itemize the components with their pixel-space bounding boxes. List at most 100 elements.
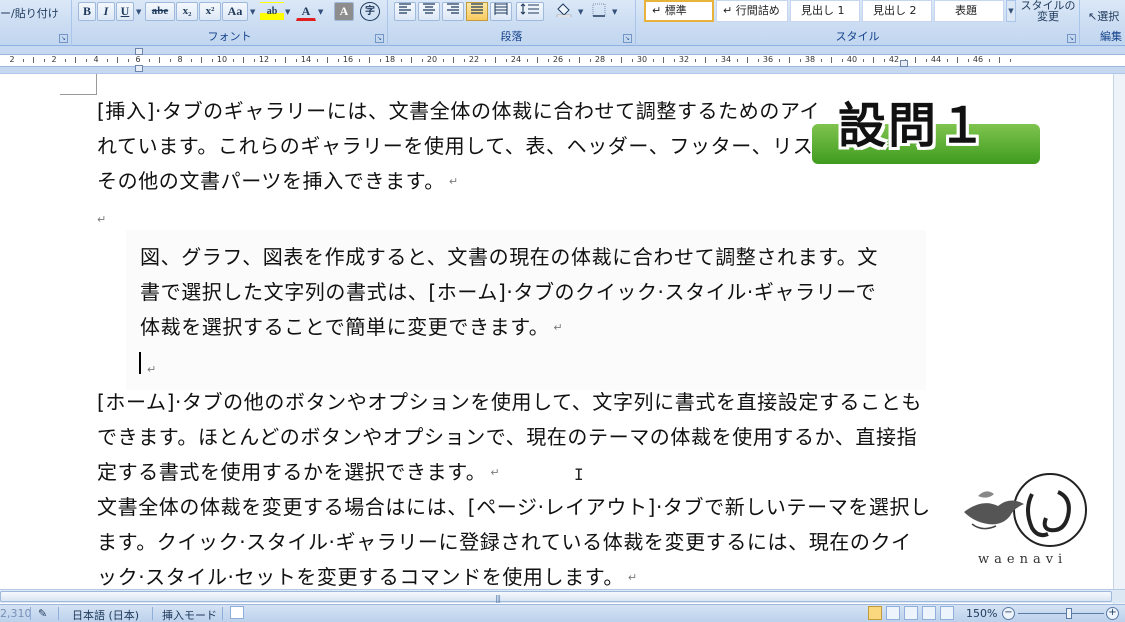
zoom-level[interactable]: 150% xyxy=(966,607,997,620)
enclose-characters-button[interactable]: 字 xyxy=(360,2,380,21)
web-layout-view-icon[interactable] xyxy=(904,606,918,620)
left-indent-marker[interactable] xyxy=(135,65,143,72)
text-line: [挿入]·タブのギャラリーには、文書全体の体裁に合わせて調整するためのアイ xyxy=(97,99,821,123)
ruler-tick xyxy=(64,59,66,62)
first-line-indent-marker[interactable] xyxy=(135,48,143,55)
superscript-button[interactable]: x² xyxy=(199,2,221,21)
document-page[interactable]: [挿入]·タブのギャラリーには、文書全体の体裁に合わせて調整するためのアイ れて… xyxy=(0,74,1125,606)
align-left-button[interactable] xyxy=(394,2,416,21)
borders-dropdown-icon[interactable]: ▼ xyxy=(612,8,617,16)
ribbon: ー/貼り付け ↘ B I U ▼ abe x₂ x² Aa ▼ ab ▼ A ▼… xyxy=(0,0,1125,46)
ruler-tick xyxy=(915,57,916,63)
align-center-button[interactable] xyxy=(418,2,440,21)
ruler-tick xyxy=(232,59,234,62)
change-case-button[interactable]: Aa xyxy=(222,2,248,21)
horizontal-scrollbar[interactable]: ||| xyxy=(0,589,1125,603)
font-color-dropdown-icon[interactable]: ▼ xyxy=(318,8,323,16)
ruler-tick xyxy=(358,59,360,62)
ruler-tick xyxy=(316,59,318,62)
paragraph-insert-tab[interactable]: [挿入]·タブのギャラリーには、文書全体の体裁に合わせて調整するためのアイ れて… xyxy=(97,94,936,199)
font-color-button[interactable]: A xyxy=(296,2,316,21)
ruler-number: 2 xyxy=(9,55,15,64)
ruler-tick xyxy=(820,59,822,62)
draft-view-icon[interactable] xyxy=(940,606,954,620)
ruler-tick xyxy=(579,57,580,63)
borders-button[interactable] xyxy=(588,2,610,21)
underline-button[interactable]: U xyxy=(116,2,134,21)
empty-paragraph[interactable]: ↵ xyxy=(97,210,107,230)
clipboard-launcher-icon[interactable]: ↘ xyxy=(59,34,68,43)
distribute-button[interactable] xyxy=(490,2,512,21)
style-heading-1[interactable]: 見出し 1 xyxy=(790,0,860,22)
zoom-slider-thumb[interactable] xyxy=(1066,608,1072,619)
text-line: 文書全体の体裁を変更する場合はには、[ページ·レイアウト]·タブで新しいテーマを… xyxy=(97,495,931,519)
paragraph-page-layout[interactable]: 文書全体の体裁を変更する場合はには、[ページ·レイアウト]·タブで新しいテーマを… xyxy=(97,490,931,595)
highlight-dropdown-icon[interactable]: ▼ xyxy=(285,8,290,16)
full-screen-reading-view-icon[interactable] xyxy=(886,606,900,620)
ruler-tick xyxy=(411,57,412,63)
paragraph-mark: ↵ xyxy=(147,363,157,376)
word-count[interactable]: 2,310 xyxy=(0,607,32,620)
italic-button[interactable]: I xyxy=(97,2,115,21)
ruler-tick xyxy=(789,57,790,63)
text-line: 定する書式を使用するかを選択できます。 ↵ xyxy=(97,455,922,490)
font-launcher-icon[interactable]: ↘ xyxy=(375,34,384,43)
insert-mode-indicator[interactable]: 挿入モード xyxy=(162,607,217,622)
textbox-paragraph[interactable]: 図、グラフ、図表を作成すると、文書の現在の体裁に合わせて調整されます。文 書で選… xyxy=(140,240,878,345)
ruler-number: 40 xyxy=(846,55,858,64)
select-label: 選択 xyxy=(1097,10,1120,23)
style-no-spacing[interactable]: ↵ 行間詰め xyxy=(716,0,788,22)
styles-launcher-icon[interactable]: ↘ xyxy=(1067,34,1076,43)
ruler-tick xyxy=(663,57,664,63)
justify-button[interactable] xyxy=(466,2,488,21)
highlight-button[interactable]: ab xyxy=(260,2,284,21)
align-right-icon xyxy=(447,3,459,14)
ruler-number: 10 xyxy=(216,55,228,64)
paragraph-launcher-icon[interactable]: ↘ xyxy=(623,34,632,43)
outline-view-icon[interactable] xyxy=(922,606,936,620)
vertical-scroll-edge[interactable] xyxy=(1113,74,1125,606)
ruler-tick xyxy=(327,57,328,63)
status-separator xyxy=(58,607,59,620)
ruler-tick xyxy=(957,57,958,63)
distribute-icon xyxy=(494,3,508,15)
ruler-number: 14 xyxy=(300,55,312,64)
ruler-number: 16 xyxy=(342,55,354,64)
align-right-button[interactable] xyxy=(442,2,464,21)
style-heading-2[interactable]: 見出し 2 xyxy=(862,0,932,22)
style-normal[interactable]: ↵ 標準 xyxy=(644,0,714,22)
horizontal-ruler[interactable]: 2 2 4 6 8 10 12 14 16 18 20 22 24 26 28 30 32 34 36 38 40 42 4… xyxy=(0,46,1125,74)
styles-group: ↵ 標準 ↵ 行間詰め 見出し 1 見出し 2 表題 ▼ スタイルの 変更 スタ… xyxy=(636,0,1080,46)
format-painter-button[interactable]: ー/貼り付け xyxy=(0,5,59,21)
font-group-label: フォント xyxy=(207,30,252,43)
text-line: 体裁を選択することで簡単に変更できます。 ↵ xyxy=(140,310,878,345)
right-indent-marker[interactable] xyxy=(900,60,908,67)
change-styles-button[interactable]: スタイルの 変更 xyxy=(1020,0,1076,22)
shading-button[interactable] xyxy=(552,2,576,21)
waenavi-logo-text: waenavi xyxy=(978,552,1068,567)
paragraph-home-tab[interactable]: [ホーム]·タブの他のボタンやオプションを使用して、文字列に書式を直接設定するこ… xyxy=(97,385,922,490)
i-beam-cursor-icon: I xyxy=(574,465,584,484)
text-line: れています。これらのギャラリーを使用して、表、ヘッダー、フッター、リスト、表紙や… xyxy=(97,134,936,158)
style-title[interactable]: 表題 xyxy=(934,0,1004,22)
subscript-button[interactable]: x₂ xyxy=(176,2,198,21)
status-separator xyxy=(222,607,223,620)
character-shading-button[interactable]: A xyxy=(334,2,354,21)
strikethrough-button[interactable]: abe xyxy=(145,2,175,21)
macro-record-icon[interactable] xyxy=(230,606,244,619)
line-spacing-button[interactable] xyxy=(516,2,544,21)
bold-button[interactable]: B xyxy=(78,2,96,21)
language-indicator[interactable]: 日本語 (日本) xyxy=(72,607,139,622)
change-case-dropdown-icon[interactable]: ▼ xyxy=(250,8,255,16)
select-button[interactable]: ↖選択 xyxy=(1088,8,1119,24)
word-window: ー/貼り付け ↘ B I U ▼ abe x₂ x² Aa ▼ ab ▼ A ▼… xyxy=(0,0,1125,622)
zoom-slider-track[interactable] xyxy=(1018,613,1104,614)
styles-more-icon[interactable]: ▼ xyxy=(1006,0,1016,22)
print-layout-view-icon[interactable] xyxy=(868,606,882,620)
underline-dropdown-icon[interactable]: ▼ xyxy=(136,8,141,16)
shading-dropdown-icon[interactable]: ▼ xyxy=(578,8,583,16)
horizontal-scroll-thumb[interactable]: ||| xyxy=(0,591,1112,603)
zoom-out-icon[interactable]: − xyxy=(1002,607,1015,620)
zoom-in-icon[interactable]: + xyxy=(1106,607,1119,620)
proofing-icon[interactable]: ✎ xyxy=(38,607,47,620)
